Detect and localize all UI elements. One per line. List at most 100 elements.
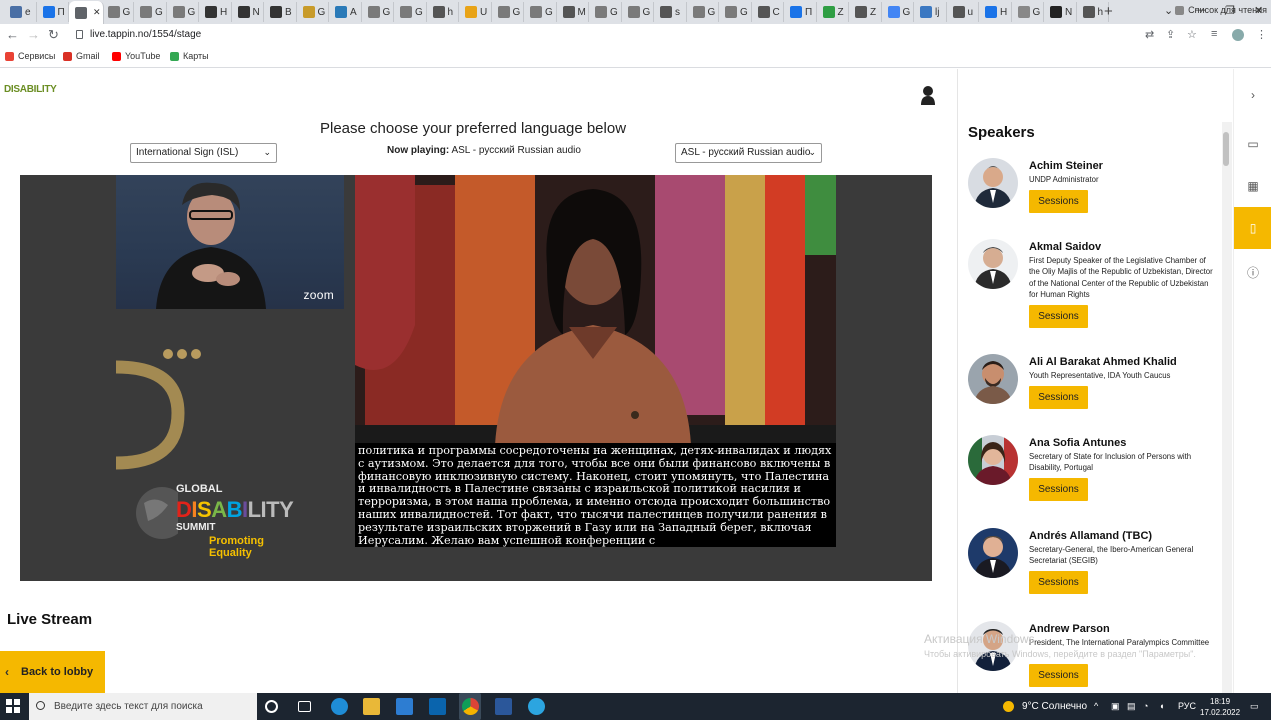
cortana-icon[interactable] [265, 700, 278, 713]
disability-logo[interactable]: DISABILITY [4, 84, 57, 95]
speaker-avatar[interactable] [968, 528, 1018, 578]
browser-tab[interactable]: H [979, 2, 1012, 22]
back-arrow-icon[interactable]: ← [6, 27, 19, 42]
browser-tab[interactable]: П [37, 2, 69, 22]
browser-tab[interactable]: A [329, 2, 362, 22]
speakers-scrollbar[interactable] [1222, 122, 1232, 693]
browser-tab[interactable]: G [102, 2, 134, 22]
translate-icon[interactable]: ⇄ [1145, 28, 1154, 41]
clock[interactable]: 18:19 17.02.2022 [1200, 696, 1240, 718]
browser-tab[interactable]: G [622, 2, 654, 22]
user-icon[interactable] [920, 85, 936, 105]
video-stage[interactable]: zoom GLOBAL DISABILITY SUMMIT Promoting … [20, 175, 932, 581]
bookmark-item[interactable]: Gmail [63, 51, 100, 61]
browser-tab[interactable]: H [199, 2, 232, 22]
browser-tab[interactable]: C [752, 2, 784, 22]
browser-tab[interactable]: G [297, 2, 329, 22]
browser-tab[interactable]: Z [849, 2, 882, 22]
tab-search-icon[interactable]: ⌄ [1164, 4, 1173, 17]
bookmark-star-icon[interactable]: ☆ [1187, 28, 1197, 41]
menu-dots-icon[interactable]: ⋮ [1256, 28, 1267, 41]
browser-tab[interactable]: N [232, 2, 264, 22]
tray-app-icon[interactable]: ▣ [1111, 701, 1120, 712]
taskbar-search-input[interactable]: Введите здесь текст для поиска [29, 693, 257, 720]
browser-tab[interactable]: h [427, 2, 459, 22]
tray-chevron-icon[interactable]: ^ [1094, 701, 1098, 711]
speaker-avatar[interactable] [968, 239, 1018, 289]
close-tab-icon[interactable]: ✕ [93, 7, 101, 18]
url-bar[interactable]: live.tappin.no/1554/stage [90, 29, 201, 40]
new-tab-button[interactable]: + [1104, 3, 1113, 20]
scroll-thumb[interactable] [1223, 132, 1229, 166]
browser-tab[interactable]: G [589, 2, 622, 22]
browser-tab[interactable]: G [492, 2, 524, 22]
browser-tab[interactable]: G [134, 2, 167, 22]
browser-tab[interactable]: G [524, 2, 557, 22]
browser-tab[interactable]: G [394, 2, 427, 22]
browser-tab[interactable]: П [784, 2, 817, 22]
sign-language-video[interactable]: zoom [116, 175, 344, 309]
browser-tab[interactable]: G [687, 2, 719, 22]
word-icon[interactable] [495, 698, 512, 715]
reading-mode-icon[interactable]: ≡ [1211, 28, 1217, 40]
network-icon[interactable]: ◔ [1143, 701, 1148, 711]
volume-icon[interactable]: ◖ [1159, 701, 1164, 711]
browser-tab[interactable]: G [719, 2, 752, 22]
browser-tab[interactable]: U [459, 2, 492, 22]
bookmark-item[interactable]: Карты [170, 51, 209, 61]
bookmark-item[interactable]: Сервисы [5, 51, 55, 61]
browser-tab[interactable]: lj [914, 2, 947, 22]
browser-tab[interactable]: B [264, 2, 297, 22]
reload-icon[interactable]: ↻ [48, 27, 59, 43]
tray-app-icon[interactable]: ▤ [1127, 701, 1136, 712]
windows-start-icon[interactable] [6, 699, 20, 713]
task-view-icon[interactable] [298, 701, 311, 712]
browser-tab[interactable]: Z [817, 2, 849, 22]
browser-tab[interactable]: M [557, 2, 589, 22]
file-explorer-icon[interactable] [363, 698, 380, 715]
browser-tab[interactable]: u [947, 2, 979, 22]
speaker-avatar[interactable] [968, 354, 1018, 404]
calendar-icon[interactable]: ▦ [1234, 165, 1271, 207]
forward-arrow-icon[interactable]: → [27, 27, 40, 42]
browser-tab[interactable]: G [1012, 2, 1044, 22]
sessions-button[interactable]: Sessions [1029, 478, 1088, 501]
profile-avatar[interactable] [1232, 29, 1244, 41]
sessions-button[interactable]: Sessions [1029, 386, 1088, 409]
info-icon[interactable]: ⓘ [1234, 251, 1271, 293]
browser-tab[interactable]: ✕ [69, 1, 104, 24]
back-to-lobby-button[interactable]: ‹ Back to lobby [0, 651, 105, 693]
weather-widget[interactable]: 9°C Солнечно [1003, 701, 1087, 712]
sessions-button[interactable]: Sessions [1029, 664, 1088, 687]
sessions-button[interactable]: Sessions [1029, 571, 1088, 594]
telegram-icon[interactable] [528, 698, 545, 715]
mail-icon[interactable] [429, 698, 446, 715]
edge-icon[interactable] [331, 698, 348, 715]
notifications-icon[interactable]: ▭ [1250, 701, 1259, 712]
speaker-avatar[interactable] [968, 158, 1018, 208]
browser-tab[interactable]: N [1044, 2, 1077, 22]
browser-tab[interactable]: G [882, 2, 914, 22]
left-language-select[interactable]: International Sign (ISL) ⌄ [130, 143, 277, 163]
bookmark-item[interactable]: YouTube [112, 51, 160, 61]
browser-tab[interactable]: G [167, 2, 199, 22]
store-icon[interactable] [396, 698, 413, 715]
speakers-tab-icon[interactable]: ▯ [1234, 207, 1271, 249]
browser-tab[interactable]: e [4, 2, 37, 22]
browser-tab[interactable]: G [362, 2, 394, 22]
browser-tab[interactable]: s [654, 2, 687, 22]
sessions-button[interactable]: Sessions [1029, 190, 1088, 213]
tab-favicon-icon [660, 6, 672, 18]
chrome-icon[interactable] [462, 698, 479, 715]
share-icon[interactable]: ⇪ [1166, 28, 1175, 41]
input-language[interactable]: РУС [1178, 701, 1196, 711]
chat-icon[interactable]: ▭ [1234, 123, 1271, 165]
speaker-avatar[interactable] [968, 621, 1018, 671]
sessions-button[interactable]: Sessions [1029, 305, 1088, 328]
right-language-select[interactable]: ASL - русский Russian audio ⌄ [675, 143, 822, 163]
speaker-avatar[interactable] [968, 435, 1018, 485]
reading-list[interactable]: Список для чтения [1175, 5, 1267, 15]
summit-mark-graphic [116, 349, 201, 470]
main-speaker-video[interactable] [355, 175, 836, 445]
collapse-chevron-icon[interactable]: › [1234, 74, 1271, 116]
